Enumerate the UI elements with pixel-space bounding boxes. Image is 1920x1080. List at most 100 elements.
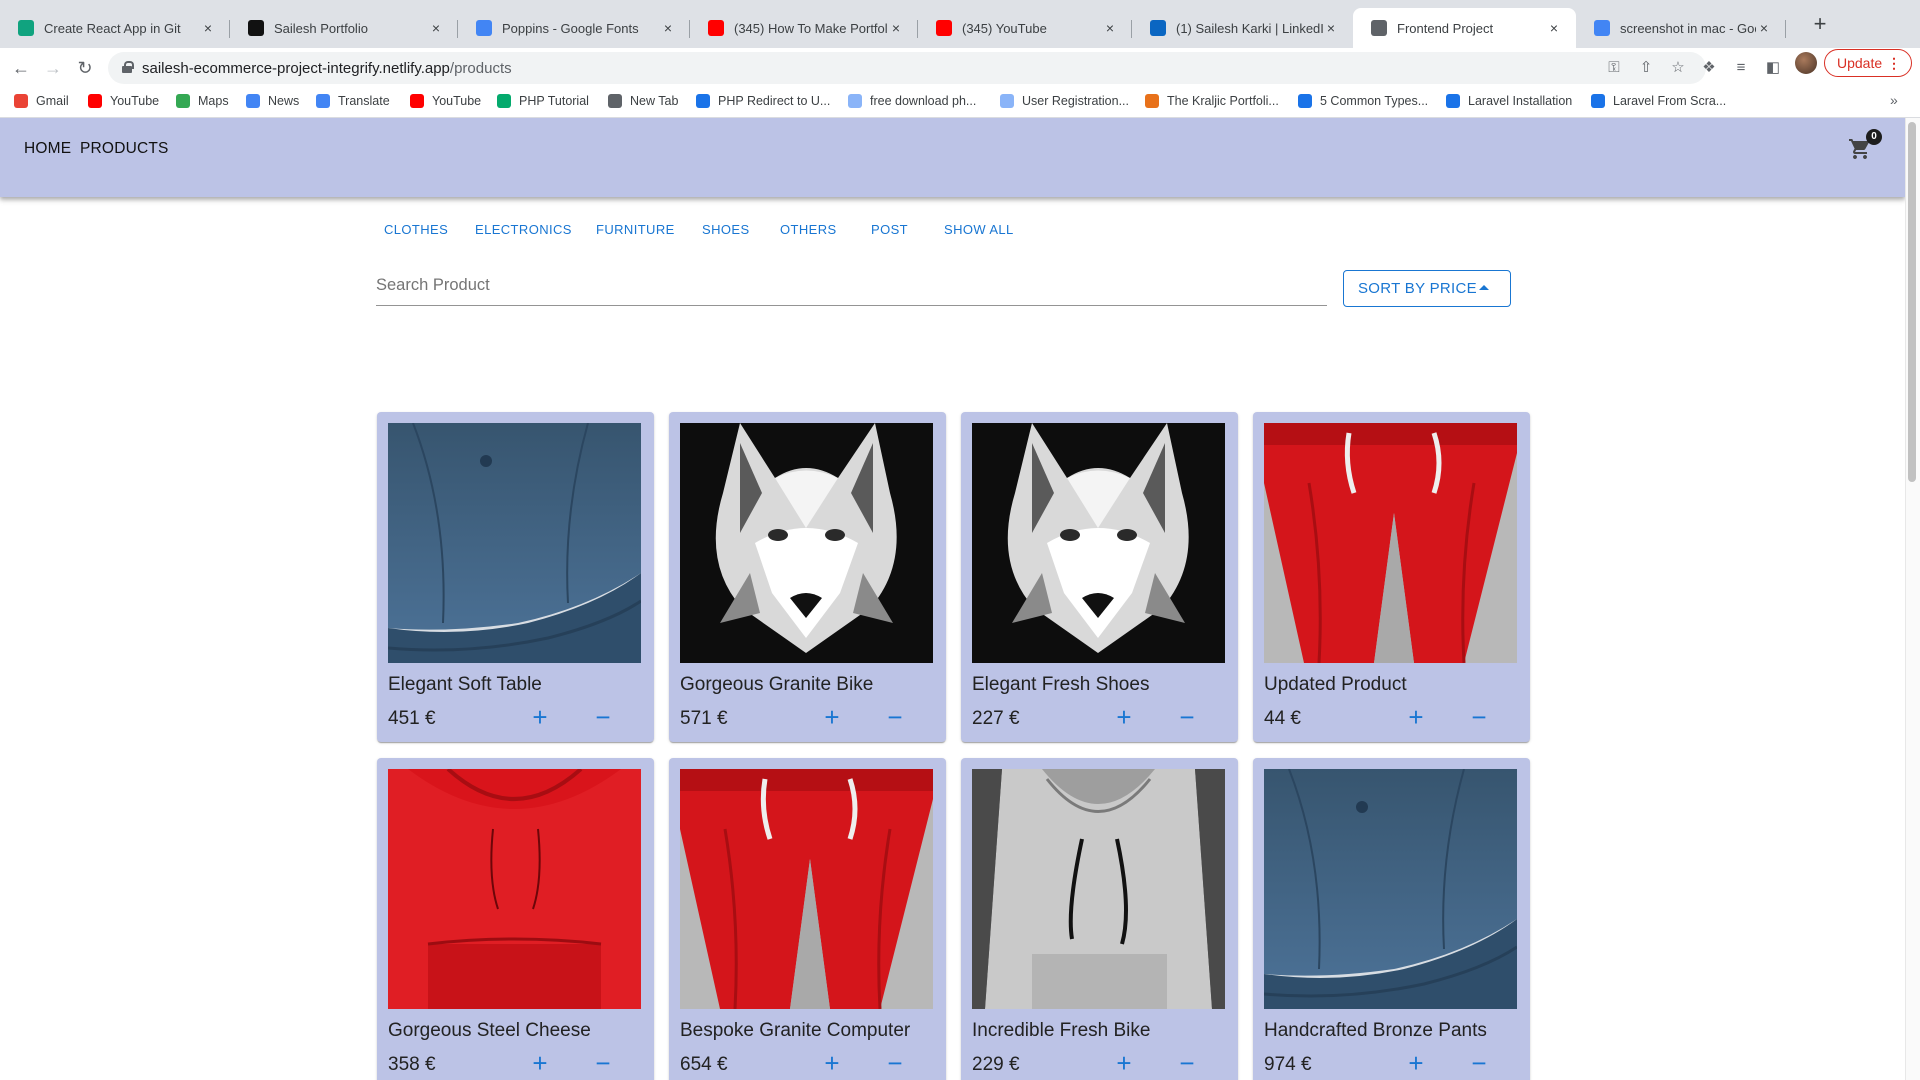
close-tab-icon[interactable]: × (1756, 20, 1772, 36)
back-icon[interactable]: ← (9, 56, 33, 80)
bookmark-item[interactable]: User Registration... (1000, 94, 1129, 108)
remove-from-cart-icon[interactable]: − (590, 704, 616, 730)
tab-8[interactable]: screenshot in mac - Google× (1576, 8, 1786, 48)
key-icon[interactable]: ⚿ (1604, 58, 1624, 78)
browser-toolbar: ← → ↻ sailesh-ecommerce-project-integrif… (0, 48, 1920, 88)
reload-icon[interactable]: ↻ (73, 56, 97, 80)
remove-from-cart-icon[interactable]: − (590, 1050, 616, 1076)
category-others[interactable]: OTHERS (780, 222, 837, 237)
close-tab-icon[interactable]: × (200, 20, 216, 36)
product-price: 44 € (1264, 708, 1301, 729)
bookmark-item[interactable]: News (246, 94, 299, 108)
remove-from-cart-icon[interactable]: − (1466, 704, 1492, 730)
bookmark-item[interactable]: Laravel Installation (1446, 94, 1572, 108)
add-to-cart-icon[interactable]: + (1111, 704, 1137, 730)
bookmark-label: PHP Redirect to U... (718, 94, 831, 108)
bookmark-item[interactable]: Translate (316, 94, 390, 108)
tab-1[interactable]: Create React App in Git × (0, 8, 230, 48)
bookmark-star-icon[interactable]: ☆ (1668, 58, 1688, 78)
remove-from-cart-icon[interactable]: − (1174, 1050, 1200, 1076)
tab-4[interactable]: (345) How To Make Portfolio × (690, 8, 918, 48)
url-text[interactable]: sailesh-ecommerce-project-integrify.netl… (142, 60, 512, 77)
tab-3[interactable]: Poppins - Google Fonts × (458, 8, 690, 48)
category-furniture[interactable]: FURNITURE (596, 222, 675, 237)
category-post[interactable]: POST (871, 222, 908, 237)
kraljic-icon (1145, 94, 1159, 108)
add-to-cart-icon[interactable]: + (527, 1050, 553, 1076)
media-queue-icon[interactable]: ≡ (1731, 58, 1751, 78)
bookmarks-overflow-icon[interactable]: » (1890, 92, 1898, 108)
share-icon[interactable]: ⇧ (1636, 58, 1656, 78)
add-to-cart-icon[interactable]: + (1403, 704, 1429, 730)
tab-5[interactable]: (345) YouTube × (918, 8, 1132, 48)
close-tab-icon[interactable]: × (1546, 20, 1562, 36)
remove-from-cart-icon[interactable]: − (882, 1050, 908, 1076)
product-image[interactable] (680, 423, 933, 663)
bookmark-item[interactable]: PHP Redirect to U... (696, 94, 830, 108)
update-button[interactable]: Update ⋮ (1824, 49, 1912, 77)
search-product-input[interactable]: Search Product (376, 268, 1327, 306)
product-name[interactable]: Elegant Fresh Shoes (972, 674, 1149, 696)
forward-icon[interactable]: → (41, 56, 65, 80)
address-bar[interactable]: sailesh-ecommerce-project-integrify.netl… (108, 52, 1706, 84)
bookmark-item[interactable]: Laravel From Scra... (1591, 94, 1726, 108)
bookmark-item[interactable]: The Kraljic Portfoli... (1145, 94, 1279, 108)
extensions-icon[interactable]: ❖ (1699, 58, 1719, 78)
product-image[interactable] (1264, 423, 1517, 663)
tab-title: Poppins - Google Fonts (502, 20, 639, 36)
laravel-icon (1446, 94, 1460, 108)
add-to-cart-icon[interactable]: + (819, 704, 845, 730)
bookmark-item[interactable]: YouTube (410, 94, 481, 108)
add-to-cart-icon[interactable]: + (1111, 1050, 1137, 1076)
product-price: 227 € (972, 708, 1020, 729)
category-clothes[interactable]: CLOTHES (384, 222, 448, 237)
product-name[interactable]: Gorgeous Granite Bike (680, 674, 873, 696)
product-name[interactable]: Bespoke Granite Computer (680, 1020, 910, 1042)
bookmark-item[interactable]: Gmail (14, 94, 69, 108)
bookmark-item[interactable]: 5 Common Types... (1298, 94, 1428, 108)
tab-2[interactable]: Sailesh Portfolio × (230, 8, 458, 48)
remove-from-cart-icon[interactable]: − (1174, 704, 1200, 730)
bookmark-item[interactable]: YouTube (88, 94, 159, 108)
product-name[interactable]: Updated Product (1264, 674, 1407, 696)
product-image[interactable] (972, 423, 1225, 663)
remove-from-cart-icon[interactable]: − (882, 704, 908, 730)
close-tab-icon[interactable]: × (428, 20, 444, 36)
scrollbar-thumb[interactable] (1908, 122, 1916, 482)
new-tab-button[interactable]: + (1808, 12, 1832, 36)
close-tab-icon[interactable]: × (888, 20, 904, 36)
add-to-cart-icon[interactable]: + (527, 704, 553, 730)
product-name[interactable]: Incredible Fresh Bike (972, 1020, 1150, 1042)
bookmark-item[interactable]: Maps (176, 94, 229, 108)
bookmark-item[interactable]: PHP Tutorial (497, 94, 589, 108)
profile-avatar[interactable] (1795, 52, 1817, 74)
product-name[interactable]: Gorgeous Steel Cheese (388, 1020, 591, 1042)
bookmark-item[interactable]: New Tab (608, 94, 678, 108)
side-panel-icon[interactable]: ◧ (1763, 58, 1783, 78)
product-image[interactable] (1264, 769, 1517, 1009)
nav-products[interactable]: PRODUCTS (80, 140, 169, 158)
category-shoes[interactable]: SHOES (702, 222, 750, 237)
close-tab-icon[interactable]: × (1102, 20, 1118, 36)
tab-6[interactable]: (1) Sailesh Karki | LinkedIn × (1132, 8, 1353, 48)
add-to-cart-icon[interactable]: + (819, 1050, 845, 1076)
close-tab-icon[interactable]: × (1323, 20, 1339, 36)
bookmark-item[interactable]: free download ph... (848, 94, 976, 108)
bookmark-label: free download ph... (870, 94, 977, 108)
sort-by-price-button[interactable]: SORT BY PRICE (1343, 270, 1511, 307)
laravel-icon (1591, 94, 1605, 108)
category-show-all[interactable]: SHOW ALL (944, 222, 1014, 237)
product-name[interactable]: Elegant Soft Table (388, 674, 542, 696)
close-tab-icon[interactable]: × (660, 20, 676, 36)
product-image[interactable] (388, 423, 641, 663)
product-image[interactable] (388, 769, 641, 1009)
tab-7[interactable]: Frontend Project × (1353, 8, 1576, 48)
bookmark-label: Maps (198, 94, 229, 108)
product-name[interactable]: Handcrafted Bronze Pants (1264, 1020, 1487, 1042)
remove-from-cart-icon[interactable]: − (1466, 1050, 1492, 1076)
category-electronics[interactable]: ELECTRONICS (475, 222, 572, 237)
product-image[interactable] (972, 769, 1225, 1009)
nav-home[interactable]: HOME (24, 140, 71, 158)
product-image[interactable] (680, 769, 933, 1009)
add-to-cart-icon[interactable]: + (1403, 1050, 1429, 1076)
